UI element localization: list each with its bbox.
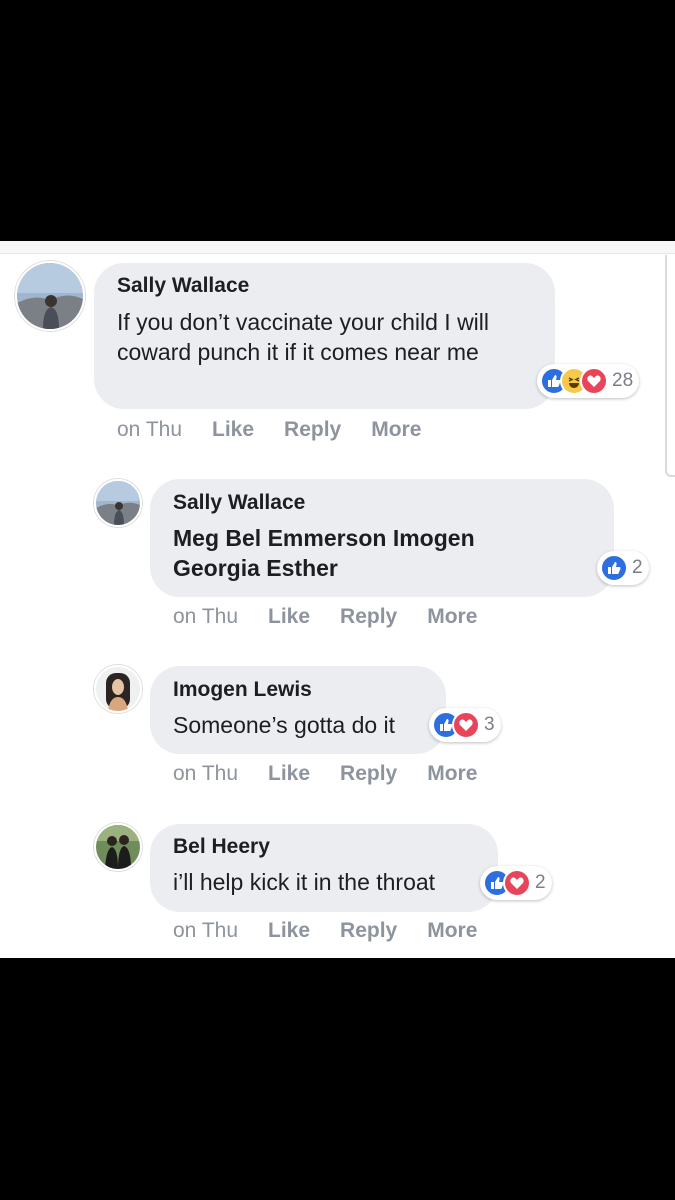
- like-icon: [600, 554, 628, 582]
- like-button[interactable]: Like: [268, 919, 310, 943]
- love-icon: [503, 869, 531, 897]
- timestamp[interactable]: on Thu: [173, 605, 238, 629]
- reply-button[interactable]: Reply: [340, 919, 397, 943]
- more-button[interactable]: More: [427, 919, 477, 943]
- avatar[interactable]: [15, 261, 85, 331]
- comment-actions: on Thu Like Reply More: [117, 418, 421, 442]
- more-button[interactable]: More: [427, 605, 477, 629]
- comment-text: i’ll help kick it in the throat: [173, 869, 436, 895]
- comment-author[interactable]: Imogen Lewis: [173, 678, 312, 702]
- reaction-summary[interactable]: 2: [480, 866, 552, 900]
- timestamp[interactable]: on Thu: [173, 919, 238, 943]
- top-divider: [0, 241, 675, 254]
- comment-actions: on Thu Like Reply More: [173, 605, 477, 629]
- comment-actions: on Thu Like Reply More: [173, 762, 477, 786]
- reply-button[interactable]: Reply: [340, 762, 397, 786]
- avatar[interactable]: [94, 823, 142, 871]
- love-icon: [452, 711, 480, 739]
- timestamp[interactable]: on Thu: [117, 418, 182, 442]
- reply-button[interactable]: Reply: [284, 418, 341, 442]
- reply-button[interactable]: Reply: [340, 605, 397, 629]
- comment-text: If you don’t vaccinate your child I will…: [117, 309, 490, 365]
- scrollbar[interactable]: [665, 255, 675, 477]
- comments-panel: Sally Wallace If you don’t vaccinate you…: [0, 241, 675, 958]
- avatar[interactable]: [94, 665, 142, 713]
- reaction-count: 2: [632, 557, 643, 578]
- reaction-count: 28: [612, 370, 634, 391]
- more-button[interactable]: More: [427, 762, 477, 786]
- comment-actions: on Thu Like Reply More: [173, 919, 477, 943]
- timestamp[interactable]: on Thu: [173, 762, 238, 786]
- comment-author[interactable]: Sally Wallace: [117, 274, 249, 298]
- comment-author[interactable]: Bel Heery: [173, 835, 270, 859]
- reaction-count: 2: [535, 872, 546, 893]
- like-button[interactable]: Like: [268, 762, 310, 786]
- like-button[interactable]: Like: [268, 605, 310, 629]
- comment-text[interactable]: Meg Bel Emmerson Imogen Georgia Esther: [173, 523, 553, 583]
- avatar[interactable]: [94, 479, 142, 527]
- comment-author[interactable]: Sally Wallace: [173, 491, 305, 515]
- love-icon: [580, 367, 608, 395]
- like-button[interactable]: Like: [212, 418, 254, 442]
- reaction-count: 3: [484, 714, 495, 735]
- comment-text: Someone’s gotta do it: [173, 712, 396, 738]
- reaction-summary[interactable]: 3: [429, 708, 501, 742]
- more-button[interactable]: More: [371, 418, 421, 442]
- reaction-summary[interactable]: 28: [537, 364, 640, 398]
- reaction-summary[interactable]: 2: [597, 551, 649, 585]
